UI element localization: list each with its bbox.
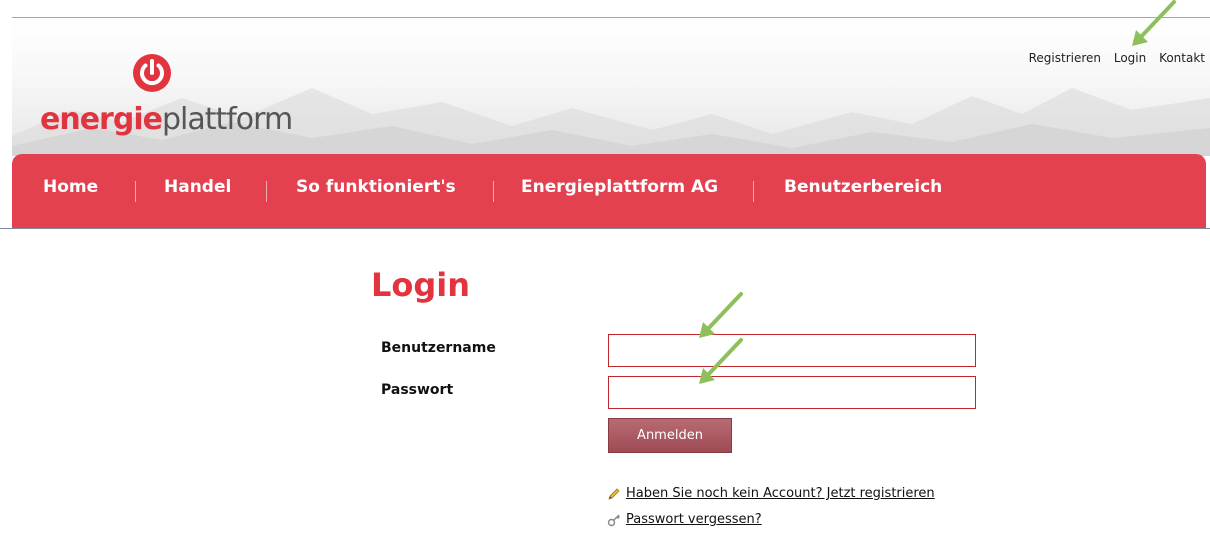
username-input[interactable] [608, 334, 976, 367]
header-banner: energieplattform [12, 18, 1210, 156]
username-label: Benutzername [381, 340, 496, 356]
logo-text-plattform: plattform [161, 102, 293, 137]
top-links: Registrieren Login Kontakt [1020, 51, 1205, 65]
top-link-kontakt[interactable]: Kontakt [1159, 51, 1205, 65]
forgot-password-link-row: Passwort vergessen? [607, 512, 762, 527]
password-label: Passwort [381, 382, 454, 398]
navbar-bottom-border [0, 228, 1210, 229]
nav-item-handel[interactable]: Handel [164, 177, 231, 197]
password-input[interactable] [608, 376, 976, 409]
forgot-password-link[interactable]: Passwort vergessen? [626, 512, 762, 527]
main-navbar: Home Handel So funktioniert's Energiepla… [12, 154, 1206, 228]
pencil-icon [608, 487, 620, 500]
logo-text-energie: energie [40, 102, 163, 137]
top-link-registrieren[interactable]: Registrieren [1029, 51, 1101, 65]
nav-item-energieplattform-ag[interactable]: Energieplattform AG [521, 177, 718, 197]
annotation-arrow-icon [699, 338, 743, 384]
register-link[interactable]: Haben Sie noch kein Account? Jetzt regis… [626, 486, 935, 501]
nav-item-so-funktionierts[interactable]: So funktioniert's [296, 177, 456, 197]
power-icon [133, 54, 171, 92]
nav-separator [135, 181, 136, 202]
top-link-login[interactable]: Login [1114, 51, 1146, 65]
register-link-row: Haben Sie noch kein Account? Jetzt regis… [607, 486, 935, 501]
nav-separator [493, 181, 494, 202]
nav-separator [753, 181, 754, 202]
key-icon [607, 514, 620, 526]
nav-separator [266, 181, 267, 202]
annotation-arrow-icon [699, 292, 743, 338]
nav-item-home[interactable]: Home [43, 177, 98, 197]
page-title: Login [371, 266, 471, 304]
login-submit-button[interactable]: Anmelden [608, 418, 732, 453]
nav-item-benutzerbereich[interactable]: Benutzerbereich [784, 177, 942, 197]
annotation-arrow-icon [1132, 0, 1176, 46]
logo-text: energieplattform [40, 100, 293, 140]
